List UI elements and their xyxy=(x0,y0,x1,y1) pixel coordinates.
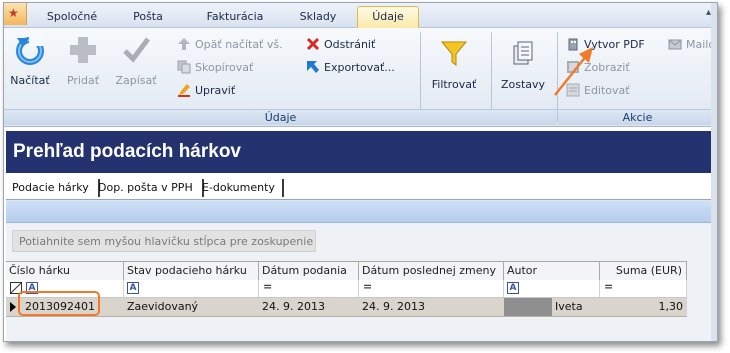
subtab-podacie-harky[interactable]: Podacie hárky xyxy=(8,179,100,197)
cell-stav[interactable]: Zaevidovaný xyxy=(124,298,259,316)
plus-icon xyxy=(70,37,96,63)
skopirovat-button[interactable]: Skopírovať xyxy=(177,59,253,77)
redacted-author-block xyxy=(504,298,552,316)
upravit-button[interactable]: Upraviť xyxy=(177,82,235,100)
row-indicator-icon xyxy=(10,302,16,312)
column-header-datum-podania[interactable]: Dátum podania xyxy=(259,262,359,280)
filter-cell-datum-zmeny[interactable]: = xyxy=(359,280,504,297)
filter-equals-icon[interactable]: = xyxy=(363,280,372,293)
column-header-stav[interactable]: Stav podacieho hárku xyxy=(124,262,259,280)
cell-datum-podania[interactable]: 24. 9. 2013 xyxy=(259,298,359,316)
tab-posta[interactable]: Pošta xyxy=(114,7,182,26)
filter-row: A A = = A = xyxy=(6,280,687,298)
pencil-icon xyxy=(177,83,191,97)
export-arrow-icon xyxy=(306,60,320,74)
main-content: Prehľad podacích hárkov Podacie hárky Do… xyxy=(4,127,717,341)
filter-equals-icon[interactable]: = xyxy=(263,280,272,293)
grid-panel: Potiahnite sem myšou hlavičku stĺpca pre… xyxy=(6,199,717,341)
annotation-arrow xyxy=(554,47,593,96)
tab-fakturacia[interactable]: Fakturácia xyxy=(190,7,280,26)
checkmark-icon xyxy=(123,37,150,63)
copy-icon xyxy=(177,60,191,74)
filter-funnel-icon xyxy=(440,41,468,66)
subtab-e-dokumenty[interactable]: E-dokumenty xyxy=(198,179,284,197)
table-row[interactable]: 2013092401 Zaevidovaný 24. 9. 2013 24. 9… xyxy=(6,298,687,317)
pridat-button[interactable]: Pridať xyxy=(60,34,106,87)
window-right-edge xyxy=(711,3,717,341)
app-menu-button[interactable]: ★ xyxy=(4,3,27,25)
cell-datum-zmeny[interactable]: 24. 9. 2013 xyxy=(359,298,504,316)
delete-x-icon xyxy=(306,37,320,51)
filter-text-icon[interactable]: A xyxy=(507,282,519,294)
odstranit-button[interactable]: Odstrániť xyxy=(306,36,375,54)
tab-sklady[interactable]: Sklady xyxy=(284,7,352,26)
nacitat-button[interactable]: Načítať xyxy=(6,34,54,87)
filtrovat-button[interactable]: Filtrovať xyxy=(424,40,484,91)
zapisat-label: Zapísať xyxy=(115,74,157,87)
zostavy-label: Zostavy xyxy=(500,78,546,91)
reports-icon xyxy=(513,41,533,65)
column-header-cislo[interactable]: Číslo hárku xyxy=(6,262,124,280)
filter-text-icon[interactable]: A xyxy=(127,282,139,294)
tab-spolocne[interactable]: Spoločné xyxy=(32,7,112,26)
cell-suma[interactable]: 1,30 xyxy=(600,298,687,316)
column-header-autor[interactable]: Autor xyxy=(504,262,600,280)
filtrovat-label: Filtrovať xyxy=(431,78,477,91)
nacitat-label: Načítať xyxy=(10,74,50,87)
panel-blue-band xyxy=(6,201,717,223)
reload-all-icon xyxy=(177,37,191,51)
group-label-udaje: Údaje xyxy=(4,109,557,125)
cell-autor[interactable]: Iveta xyxy=(552,298,600,316)
zostavy-button[interactable]: Zostavy xyxy=(496,40,550,91)
app-window: ★ Spoločné Pošta Fakturácia Sklady Údaje… xyxy=(3,2,718,342)
app-logo-icon: ★ xyxy=(8,6,19,20)
opat-nacitat-button[interactable]: Opäť načítať vš. xyxy=(177,36,283,54)
tab-udaje[interactable]: Údaje xyxy=(357,6,419,28)
column-header-suma[interactable]: Suma (EUR) xyxy=(600,262,687,280)
filter-cell-suma[interactable]: = xyxy=(600,280,687,297)
exportovat-button[interactable]: Exportovať... xyxy=(306,59,395,77)
group-label-akcie: Akcie xyxy=(558,109,717,125)
zapisat-button[interactable]: Zapísať xyxy=(110,34,162,87)
filter-equals-icon[interactable]: = xyxy=(604,280,613,293)
annotation-highlight-box xyxy=(18,291,100,316)
page-title: Prehľad podacích hárkov xyxy=(6,131,717,173)
filter-cell-datum-podania[interactable]: = xyxy=(259,280,359,297)
pridat-label: Pridať xyxy=(66,74,100,87)
mail-button[interactable]: Mailo xyxy=(668,36,715,54)
filter-cell-autor[interactable]: A xyxy=(504,280,600,297)
refresh-icon xyxy=(16,34,44,65)
column-header-datum-zmeny[interactable]: Dátum poslednej zmeny xyxy=(359,262,504,280)
ribbon-panel: Načítať Pridať Zapísať Opäť načítať vš. … xyxy=(4,28,717,127)
ribbon-tab-bar: ★ Spoločné Pošta Fakturácia Sklady Údaje… xyxy=(4,3,717,28)
grid-header: Číslo hárku Stav podacieho hárku Dátum p… xyxy=(6,261,687,281)
group-by-area[interactable]: Potiahnite sem myšou hlavičku stĺpca pre… xyxy=(12,230,316,252)
filter-cell-stav[interactable]: A xyxy=(124,280,259,297)
mail-icon xyxy=(668,37,682,51)
subtab-dop-posta[interactable]: Dop. pošta v PPH xyxy=(94,179,204,197)
